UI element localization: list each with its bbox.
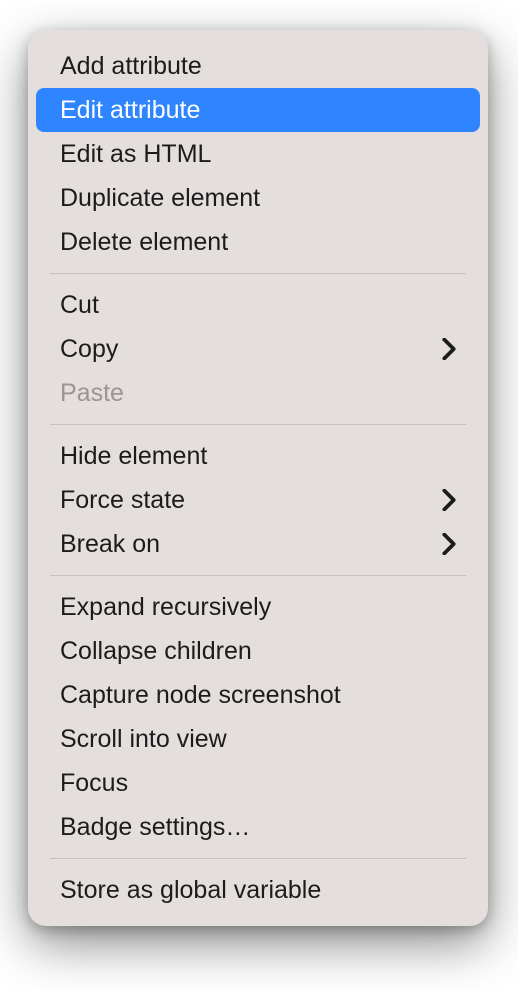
menu-item-expand-recursively[interactable]: Expand recursively — [36, 585, 480, 629]
menu-divider — [50, 273, 466, 274]
menu-item-store-as-global-variable[interactable]: Store as global variable — [36, 868, 480, 912]
menu-item-label: Hide element — [60, 442, 456, 471]
menu-item-hide-element[interactable]: Hide element — [36, 434, 480, 478]
menu-item-capture-node-screenshot[interactable]: Capture node screenshot — [36, 673, 480, 717]
menu-item-label: Store as global variable — [60, 876, 456, 905]
menu-item-label: Capture node screenshot — [60, 681, 456, 710]
menu-item-label: Edit attribute — [60, 96, 456, 125]
menu-item-label: Collapse children — [60, 637, 456, 666]
menu-item-label: Delete element — [60, 228, 456, 257]
menu-item-break-on[interactable]: Break on — [36, 522, 480, 566]
menu-item-label: Focus — [60, 769, 456, 798]
chevron-right-icon — [442, 493, 456, 507]
menu-divider — [50, 858, 466, 859]
menu-item-collapse-children[interactable]: Collapse children — [36, 629, 480, 673]
menu-item-duplicate-element[interactable]: Duplicate element — [36, 176, 480, 220]
menu-item-cut[interactable]: Cut — [36, 283, 480, 327]
menu-item-badge-settings[interactable]: Badge settings… — [36, 805, 480, 849]
menu-item-label: Paste — [60, 379, 456, 408]
menu-item-focus[interactable]: Focus — [36, 761, 480, 805]
menu-item-label: Scroll into view — [60, 725, 456, 754]
menu-item-label: Edit as HTML — [60, 140, 456, 169]
menu-item-force-state[interactable]: Force state — [36, 478, 480, 522]
context-menu: Add attribute Edit attribute Edit as HTML D… — [28, 30, 488, 926]
menu-item-label: Badge settings… — [60, 813, 456, 842]
menu-item-label: Add attribute — [60, 52, 456, 81]
chevron-right-icon — [442, 537, 456, 551]
menu-item-label: Cut — [60, 291, 456, 320]
menu-item-copy[interactable]: Copy — [36, 327, 480, 371]
menu-item-label: Break on — [60, 530, 434, 559]
menu-item-delete-element[interactable]: Delete element — [36, 220, 480, 264]
menu-item-label: Duplicate element — [60, 184, 456, 213]
menu-item-add-attribute[interactable]: Add attribute — [36, 44, 480, 88]
menu-divider — [50, 424, 466, 425]
menu-divider — [50, 575, 466, 576]
menu-item-edit-attribute[interactable]: Edit attribute — [36, 88, 480, 132]
menu-item-label: Force state — [60, 486, 434, 515]
menu-item-scroll-into-view[interactable]: Scroll into view — [36, 717, 480, 761]
menu-item-label: Expand recursively — [60, 593, 456, 622]
menu-item-edit-as-html[interactable]: Edit as HTML — [36, 132, 480, 176]
menu-item-label: Copy — [60, 335, 434, 364]
chevron-right-icon — [442, 342, 456, 356]
menu-item-paste: Paste — [36, 371, 480, 415]
